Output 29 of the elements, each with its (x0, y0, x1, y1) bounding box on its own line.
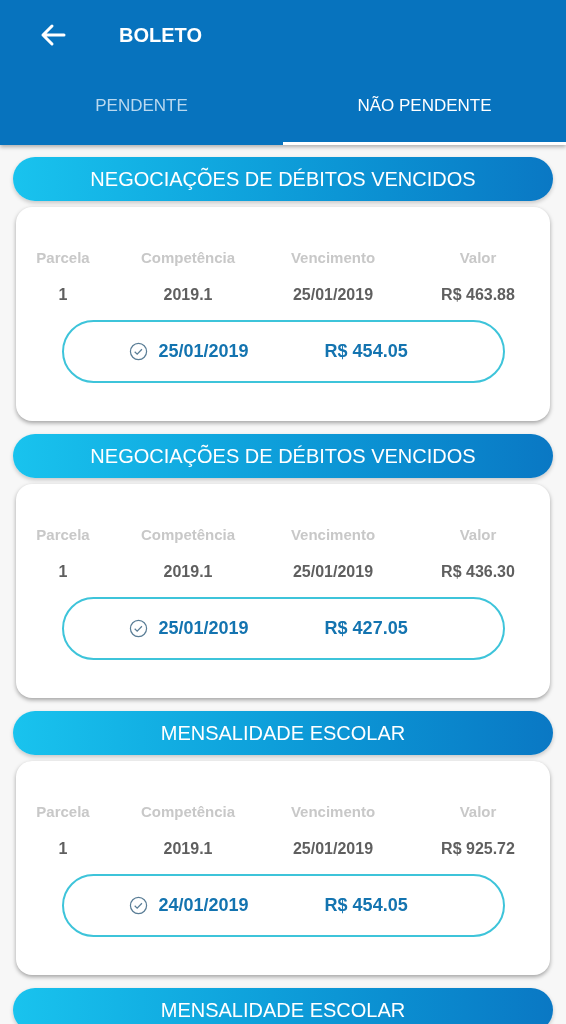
table-cell-text: 1 (58, 838, 68, 859)
section-header: MENSALIDADE ESCOLAR (13, 988, 553, 1024)
payment-date: 25/01/2019 (158, 616, 249, 640)
table-cell-text: 2019.1 (163, 838, 213, 859)
table-cell-text: 25/01/2019 (292, 561, 374, 582)
payment-date: 25/01/2019 (158, 339, 249, 363)
table-cell-text: R$ 463.88 (441, 284, 515, 305)
payment-amount: R$ 454.05 (324, 339, 408, 363)
section-header: MENSALIDADE ESCOLAR (13, 711, 553, 755)
check-circle-icon (128, 895, 148, 915)
payment-amount: R$ 454.05 (324, 893, 408, 917)
tab[interactable]: PENDENTE (0, 70, 283, 145)
table-cell-text: 25/01/2019 (292, 838, 374, 859)
table-cell-text: 2019.1 (163, 284, 213, 305)
section-header: NEGOCIAÇÕES DE DÉBITOS VENCIDOS (13, 434, 553, 478)
payment-date: 24/01/2019 (158, 893, 249, 917)
check-circle-icon (128, 618, 148, 638)
table-cell-text: R$ 925.72 (441, 838, 515, 859)
table-cell-text: 1 (58, 561, 68, 582)
table-cell-text: R$ 436.30 (441, 561, 515, 582)
table-cell-text: 25/01/2019 (292, 284, 374, 305)
table-cell-text: 1 (58, 284, 68, 305)
section-header: NEGOCIAÇÕES DE DÉBITOS VENCIDOS (13, 157, 553, 201)
payment-amount: R$ 427.05 (324, 616, 408, 640)
table-cell-text: 2019.1 (163, 561, 213, 582)
check-circle-icon (128, 341, 148, 361)
back-arrow-icon[interactable] (40, 23, 66, 47)
screen-title: BOLETO (119, 23, 202, 48)
tab[interactable]: NÃO PENDENTE (283, 70, 566, 145)
